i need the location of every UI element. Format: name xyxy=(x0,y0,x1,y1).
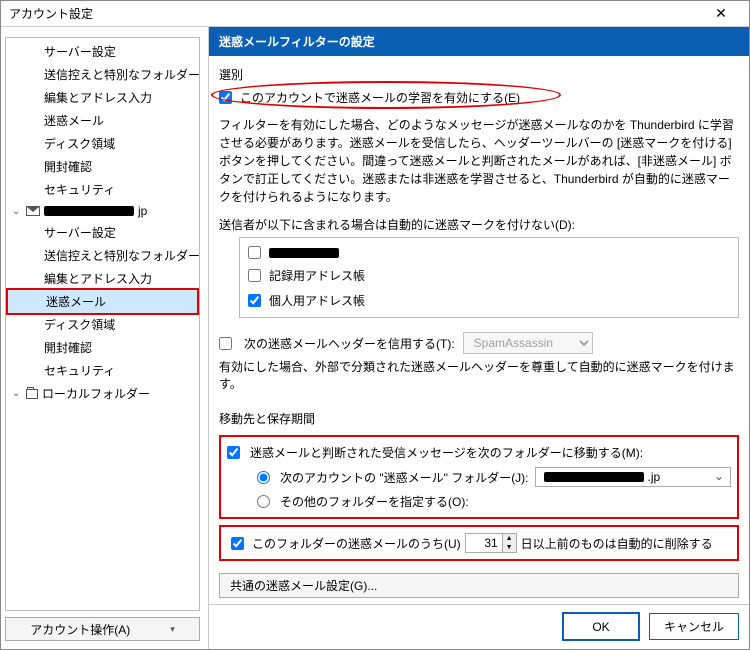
tree-item[interactable]: 開封確認 xyxy=(6,336,199,359)
move-junk-folder-label[interactable]: 次のアカウントの "迷惑メール" フォルダー(J): xyxy=(280,469,529,486)
move-other-folder-radio[interactable] xyxy=(257,495,270,508)
tree-item[interactable]: 送信控えと特別なフォルダー xyxy=(6,63,199,86)
ok-button[interactable]: OK xyxy=(563,613,639,640)
whitelist-label: 送信者が以下に含まれる場合は自動的に迷惑マークを付けない(D): xyxy=(219,216,739,233)
ab-item[interactable]: 記録用アドレス帳 xyxy=(246,263,732,288)
folder-icon xyxy=(26,389,38,399)
trust-header-select[interactable]: SpamAssassin xyxy=(463,332,593,354)
enable-learning-label[interactable]: このアカウントで迷惑メールの学習を有効にする(E) xyxy=(240,89,520,106)
account-operations-button[interactable]: アカウント操作(A) ▾ xyxy=(5,617,200,641)
section-move: 移動先と保存期間 xyxy=(219,410,739,427)
ab-item[interactable] xyxy=(246,242,732,263)
retain-days-spinner[interactable]: ▲ ▼ xyxy=(465,533,517,553)
retain-label-pre[interactable]: このフォルダーの迷惑メールのうち(U) xyxy=(252,535,461,552)
global-junk-settings-button[interactable]: 共通の迷惑メール設定(G)... xyxy=(219,573,739,598)
ab-checkbox[interactable] xyxy=(248,269,261,282)
caret-down-icon: ⌄ xyxy=(12,388,22,399)
ab-checkbox[interactable] xyxy=(248,294,261,307)
tree-item[interactable]: サーバー設定 xyxy=(6,221,199,244)
move-enable-label[interactable]: 迷惑メールと判断された受信メッセージを次のフォルダーに移動する(M): xyxy=(250,444,643,461)
trust-header-desc: 有効にした場合、外部で分類された迷惑メールヘッダーを尊重して自動的に迷惑マークを… xyxy=(219,358,739,392)
trust-header-row: 次の迷惑メールヘッダーを信用する(T): SpamAssassin xyxy=(219,332,739,354)
tree-item[interactable]: セキュリティ xyxy=(6,359,199,382)
mail-icon xyxy=(26,206,40,216)
trust-header-label[interactable]: 次の迷惑メールヘッダーを信用する(T): xyxy=(244,335,455,352)
redacted-text xyxy=(269,248,339,258)
tree-item[interactable]: 迷惑メール xyxy=(6,109,199,132)
tree-item[interactable]: 開封確認 xyxy=(6,155,199,178)
window-title: アカウント設定 xyxy=(9,5,701,22)
spinner-down-icon[interactable]: ▼ xyxy=(503,543,516,552)
retain-days-input[interactable] xyxy=(466,534,502,552)
enable-learning-checkbox[interactable] xyxy=(219,91,232,104)
move-junk-folder-radio[interactable] xyxy=(257,471,270,484)
learning-description: フィルターを有効にした場合、どのようなメッセージが迷惑メールなのかを Thund… xyxy=(219,116,739,206)
tree-item[interactable]: セキュリティ xyxy=(6,178,199,201)
cancel-button[interactable]: キャンセル xyxy=(649,613,739,640)
sidebar: サーバー設定 送信控えと特別なフォルダー 編集とアドレス入力 迷惑メール ディス… xyxy=(1,27,209,649)
move-settings-box: 迷惑メールと判断された受信メッセージを次のフォルダーに移動する(M): 次のアカ… xyxy=(219,435,739,519)
tree-account[interactable]: ⌄ jp xyxy=(6,201,199,221)
retain-checkbox[interactable] xyxy=(231,537,244,550)
panel-title: 迷惑メールフィルターの設定 xyxy=(209,27,749,56)
retain-settings-box: このフォルダーの迷惑メールのうち(U) ▲ ▼ 日以上前のものは自動的に削除する xyxy=(219,525,739,561)
addressbook-list: 記録用アドレス帳 個人用アドレス帳 xyxy=(239,237,739,318)
ab-checkbox[interactable] xyxy=(248,246,261,259)
tree-item[interactable]: 編集とアドレス入力 xyxy=(6,86,199,109)
spinner-up-icon[interactable]: ▲ xyxy=(503,534,516,543)
account-settings-window: アカウント設定 ✕ サーバー設定 送信控えと特別なフォルダー 編集とアドレス入力… xyxy=(0,0,750,650)
move-other-folder-label[interactable]: その他のフォルダーを指定する(O): xyxy=(280,493,469,510)
tree-item[interactable]: ディスク領域 xyxy=(6,132,199,155)
chevron-down-icon: ▾ xyxy=(170,624,175,635)
close-icon[interactable]: ✕ xyxy=(701,1,741,27)
tree-item[interactable]: ディスク領域 xyxy=(6,313,199,336)
move-enable-checkbox[interactable] xyxy=(227,446,240,459)
tree-item-junk[interactable]: 迷惑メール xyxy=(6,288,199,315)
account-tree[interactable]: サーバー設定 送信控えと特別なフォルダー 編集とアドレス入力 迷惑メール ディス… xyxy=(5,37,200,611)
ab-item[interactable]: 個人用アドレス帳 xyxy=(246,288,732,313)
dialog-footer: OK キャンセル xyxy=(209,604,749,644)
section-selection: 選別 xyxy=(219,66,739,83)
retain-label-post: 日以上前のものは自動的に削除する xyxy=(521,535,713,552)
enable-learning-row: このアカウントで迷惑メールの学習を有効にする(E) xyxy=(219,87,739,108)
redacted-text xyxy=(44,206,134,216)
titlebar: アカウント設定 ✕ xyxy=(1,1,749,27)
trust-header-checkbox[interactable] xyxy=(219,337,232,350)
move-junk-folder-combo[interactable]: .jp xyxy=(535,467,731,487)
tree-local-folders[interactable]: ⌄ ローカルフォルダー xyxy=(6,382,199,405)
redacted-text xyxy=(544,472,644,482)
tree-item[interactable]: 送信控えと特別なフォルダー xyxy=(6,244,199,267)
caret-down-icon: ⌄ xyxy=(12,206,22,217)
tree-item[interactable]: サーバー設定 xyxy=(6,40,199,63)
account-suffix: jp xyxy=(138,204,147,218)
main-panel: 迷惑メールフィルターの設定 選別 このアカウントで迷惑メールの学習を有効にする(… xyxy=(209,27,749,649)
tree-item[interactable]: 編集とアドレス入力 xyxy=(6,267,199,290)
